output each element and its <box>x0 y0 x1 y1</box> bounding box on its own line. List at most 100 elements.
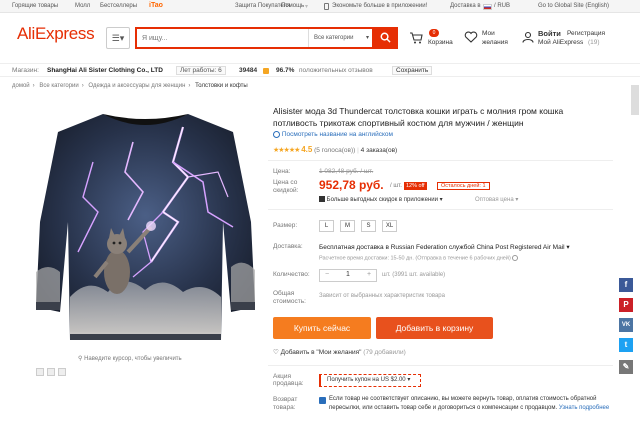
top-link-hot-deals[interactable]: Горящие товары <box>12 3 58 9</box>
discount-price-label-2: скидкой: <box>273 187 299 194</box>
global-site-link[interactable]: Go to Global Site (English) <box>538 3 609 9</box>
size-option-s[interactable]: S <box>361 220 376 232</box>
chevron-down-icon: ▾ <box>407 377 411 383</box>
learn-more-link[interactable]: Узнать подробнее <box>559 405 609 411</box>
store-label: Магазин: <box>12 67 39 74</box>
vk-share-icon[interactable]: VK <box>619 318 633 332</box>
qr-code-icon <box>319 196 325 203</box>
return-label-1: Возврат <box>273 396 298 403</box>
medal-icon <box>263 68 269 74</box>
days-left-badge: Осталось дней: 1 <box>437 182 490 190</box>
breadcrumb-clothing[interactable]: Одежда и аксессуары для женщин <box>88 83 185 89</box>
russia-flag-icon <box>483 4 492 10</box>
orders-count: 4 заказа(ов) <box>360 147 398 154</box>
breadcrumb-home[interactable]: домой <box>12 83 30 89</box>
return-label-2: товара: <box>273 404 296 411</box>
register-link[interactable]: Регистрация <box>567 30 605 37</box>
itao-logo[interactable]: iTao <box>149 2 167 11</box>
wholesale-price-link[interactable]: Оптовая цена ▾ <box>475 196 518 203</box>
per-unit: / шт. <box>390 183 402 189</box>
cart-count-badge: 0 <box>429 29 439 37</box>
phone-icon <box>324 3 329 10</box>
total-label-1: Общая <box>273 290 295 297</box>
chevron-down-icon: ▾ <box>515 197 519 203</box>
divider <box>268 160 613 161</box>
facebook-share-icon[interactable]: f <box>619 278 633 292</box>
breadcrumb-all-categories[interactable]: Все категории <box>39 83 78 89</box>
discount-badge: 12% off <box>404 182 427 190</box>
top-link-mall[interactable]: Молл <box>75 3 90 9</box>
cart-icon[interactable] <box>409 32 423 44</box>
total-note: Зависит от выбранных характеристик товар… <box>319 293 445 299</box>
thumbnail-item[interactable] <box>36 368 44 376</box>
store-score[interactable]: 39484 <box>239 67 257 74</box>
save-store-button[interactable]: Сохранить <box>392 66 433 75</box>
app-promo-link[interactable]: Экономьте больше в приложении! <box>332 3 427 9</box>
product-image[interactable] <box>33 102 258 352</box>
breadcrumb-hoodies[interactable]: Толстовки и кофты <box>195 83 248 89</box>
rating-votes[interactable]: (5 голоса(ов)) <box>314 147 355 154</box>
product-title: Alisister мода 3d Thundercat толстовка к… <box>273 106 564 128</box>
chevron-down-icon: ▾ <box>305 4 309 10</box>
quantity-input[interactable]: 1 <box>346 271 350 278</box>
signin-link[interactable]: Войти <box>538 29 561 38</box>
user-icon[interactable] <box>522 31 534 43</box>
shield-icon <box>319 397 326 404</box>
rating-row: ★★★★★ 4.5 (5 голоса(ов)) | 4 заказа(ов) <box>273 145 398 154</box>
currency-label[interactable]: / RUB <box>494 3 510 9</box>
top-link-bestsellers[interactable]: Бестселлеры <box>100 3 137 9</box>
quantity-stepper: − 1 + <box>319 269 377 282</box>
breadcrumb: домой › Все категории › Одежда и аксессуар… <box>12 83 248 89</box>
size-option-l[interactable]: L <box>319 220 334 232</box>
twitter-share-icon[interactable]: t <box>619 338 633 352</box>
divider <box>268 209 613 210</box>
decrease-button[interactable]: − <box>325 271 329 278</box>
size-option-m[interactable]: M <box>340 220 355 232</box>
chevron-down-icon: ▾ <box>365 35 369 41</box>
thumbnail-item[interactable] <box>47 368 55 376</box>
search-bar: Все категории ▾ <box>135 27 372 49</box>
cart-label[interactable]: Корзина <box>428 39 453 46</box>
menu-icon: ☰▾ <box>111 33 125 43</box>
search-input[interactable] <box>137 29 307 47</box>
thumbnail-item[interactable] <box>58 368 66 376</box>
info-icon <box>512 255 519 261</box>
store-positive-rate: 96.7% <box>276 67 295 74</box>
discount-price: 952,78 руб. <box>319 178 384 192</box>
buy-now-button[interactable]: Купить сейчас <box>273 317 371 339</box>
my-aliexpress-link[interactable]: Мой AliExpress <box>538 39 583 46</box>
shipping-info[interactable]: Бесплатная доставка в Russian Federation… <box>319 243 570 251</box>
heart-icon[interactable] <box>464 31 478 43</box>
search-button[interactable] <box>372 27 398 49</box>
globe-icon <box>273 131 280 138</box>
price-label: Цена: <box>273 168 291 175</box>
category-menu-button[interactable]: ☰▾ <box>106 27 130 49</box>
star-rating-icon: ★★★★★ <box>273 147 300 154</box>
get-coupon-button[interactable]: Получить купон на US $2.00 ▾ <box>319 374 421 387</box>
old-price: 1 082,48 руб. / шт. <box>319 168 374 175</box>
size-label: Размер: <box>273 222 298 229</box>
quantity-available: шт. (3991 шт. available) <box>382 272 446 278</box>
search-category-select[interactable]: Все категории ▾ <box>308 29 374 47</box>
scrollbar[interactable] <box>631 85 639 115</box>
wishlist-label-2[interactable]: желания <box>482 39 508 46</box>
ship-to-label[interactable]: Доставка в <box>450 3 481 9</box>
size-option-xl[interactable]: XL <box>382 220 397 232</box>
add-to-wishlist-link[interactable]: ♡ Добавить в "Мои желания" (79 добавили) <box>273 348 406 356</box>
chevron-down-icon: ▾ <box>566 244 570 251</box>
store-years: Лет работы: 6 <box>176 66 226 75</box>
edit-icon[interactable]: ✎ <box>619 360 633 374</box>
pinterest-share-icon[interactable]: P <box>619 298 633 312</box>
help-link[interactable]: Помощь <box>281 3 304 9</box>
wishlist-label-1[interactable]: Мои <box>482 30 495 37</box>
promo-label-1: Акция <box>273 373 292 380</box>
translate-link[interactable]: Посмотреть название на английском <box>273 131 393 138</box>
aliexpress-logo[interactable]: AliExpress <box>17 24 95 44</box>
store-name-link[interactable]: ShangHai Ali Sister Clothing Co., LTD <box>47 67 163 74</box>
increase-button[interactable]: + <box>367 271 371 278</box>
total-label-2: стоимость: <box>273 298 306 305</box>
rating-value: 4.5 <box>301 145 313 154</box>
my-aliexpress-count: (19) <box>588 39 600 46</box>
app-discount-link[interactable]: Больше выгодных скидок в приложении ▾ <box>319 196 443 203</box>
add-to-cart-button[interactable]: Добавить в корзину <box>376 317 493 339</box>
